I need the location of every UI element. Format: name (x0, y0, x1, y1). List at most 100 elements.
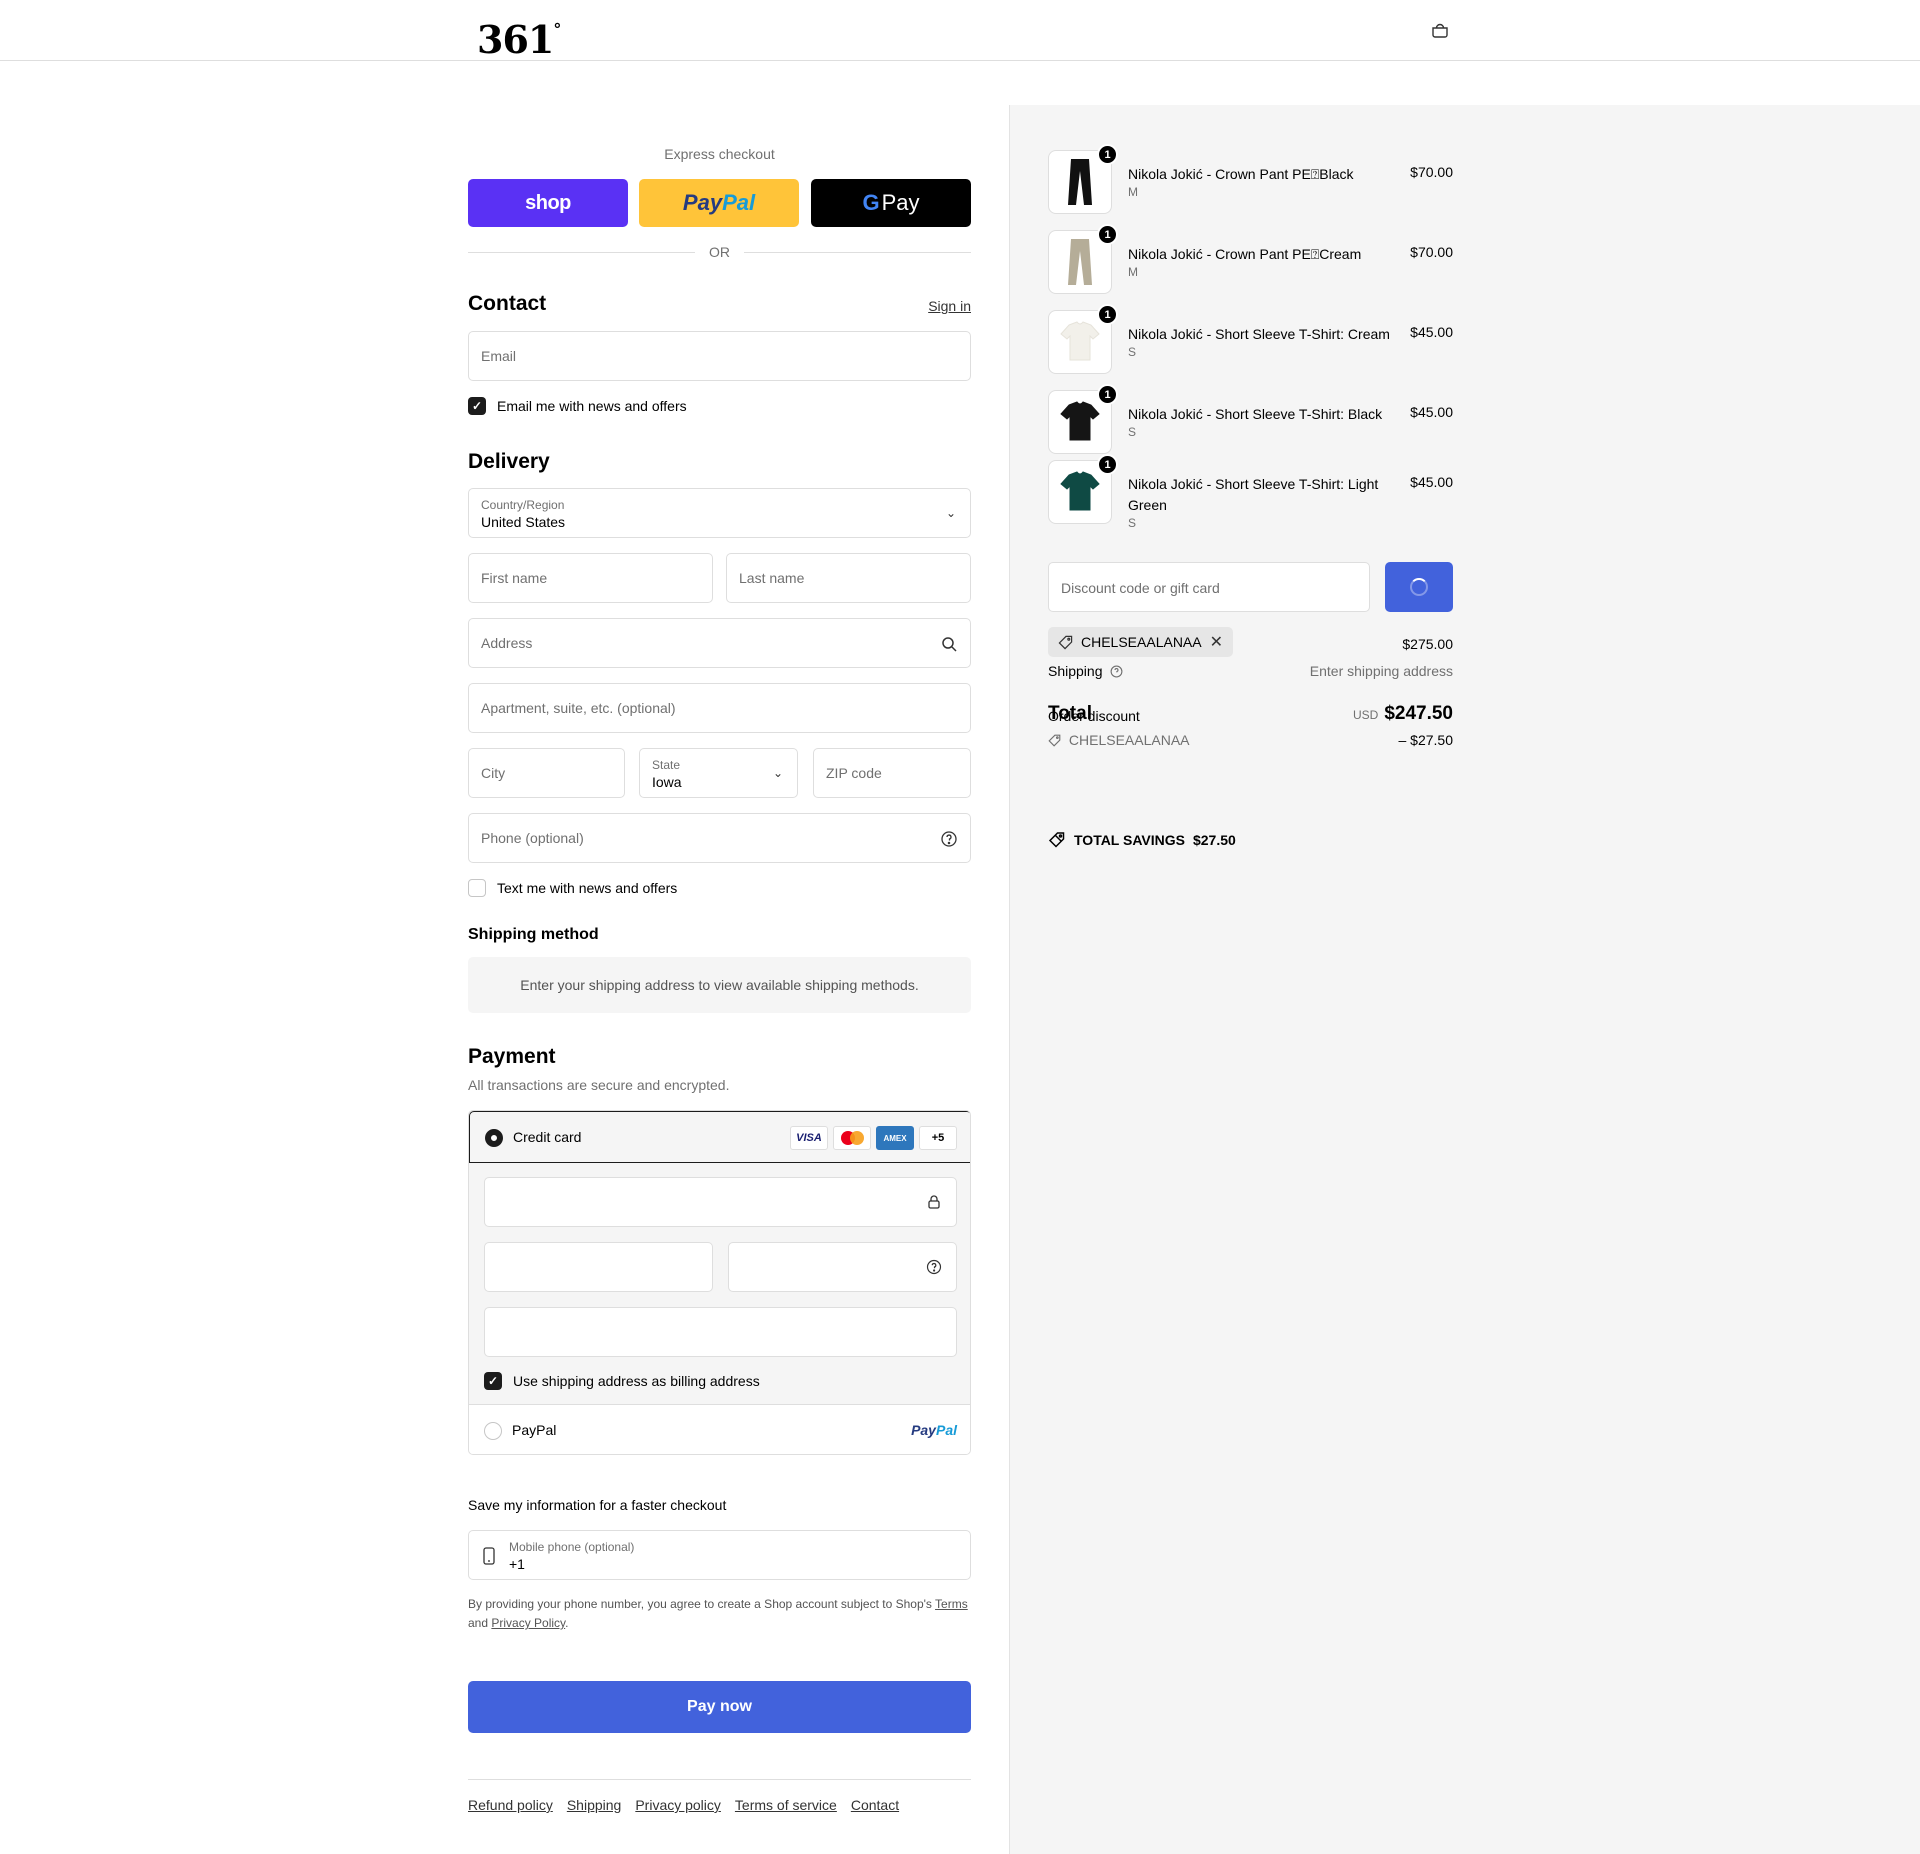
radio-unselected[interactable] (484, 1422, 502, 1440)
shop-terms-link[interactable]: Terms (935, 1597, 968, 1611)
product-variant: M (1128, 265, 1138, 279)
google-pay-label: Pay (881, 190, 920, 215)
phone-field[interactable]: Phone (optional) (468, 813, 971, 863)
product-price: $45.00 (1410, 324, 1453, 340)
checkmark-icon[interactable]: ✓ (468, 397, 486, 415)
legal-suffix: . (565, 1616, 569, 1630)
product-variant: S (1128, 516, 1137, 530)
more-cards-badge: +5 (919, 1126, 957, 1150)
order-item: 1 Nikola Jokić - Short Sleeve T-Shirt: Bl… (1048, 384, 1453, 456)
apartment-placeholder: Apartment, suite, etc. (optional) (481, 700, 676, 716)
email-field[interactable]: Email (468, 331, 971, 381)
legal-and: and (468, 1616, 489, 1630)
product-name: Nikola Jokić - Crown Pant PE⍰Black (1128, 166, 1354, 182)
loading-spinner-icon (1410, 578, 1428, 596)
first-name-placeholder: First name (481, 570, 548, 586)
credit-card-option[interactable]: Credit card VISA AMEX +5 (469, 1111, 970, 1163)
country-select[interactable]: Country/Region United States ⌄ (468, 488, 971, 538)
checkbox-box[interactable] (468, 879, 486, 897)
text-news-label: Text me with news and offers (497, 880, 678, 896)
order-item: 1 Nikola Jokić - Short Sleeve T-Shirt: Cr… (1048, 304, 1453, 376)
card-number-field[interactable] (484, 1177, 957, 1227)
state-select[interactable]: State Iowa ⌄ (639, 748, 798, 798)
product-variant: M (1128, 185, 1138, 199)
city-field[interactable]: City (468, 748, 625, 798)
product-name: Nikola Jokić - Crown Pant PE⍰Cream (1128, 246, 1362, 262)
shop-privacy-link[interactable]: Privacy Policy (491, 1616, 565, 1630)
apartment-field[interactable]: Apartment, suite, etc. (optional) (468, 683, 971, 733)
privacy-policy-link[interactable]: Privacy policy (635, 1797, 721, 1813)
amex-icon: AMEX (876, 1126, 914, 1150)
billing-address-checkbox[interactable]: ✓ Use shipping address as billing addres… (484, 1372, 760, 1390)
refund-policy-link[interactable]: Refund policy (468, 1797, 553, 1813)
quantity-badge: 1 (1097, 224, 1118, 245)
store-logo[interactable]: 361° (477, 10, 561, 60)
savings-value: $27.50 (1192, 832, 1236, 848)
paypal-logo-a: Pay (682, 190, 723, 215)
paypal-express-button[interactable]: Pay Pal (639, 179, 799, 227)
security-code-field[interactable] (728, 1242, 957, 1292)
apply-discount-button[interactable] (1385, 562, 1453, 612)
quantity-badge: 1 (1097, 304, 1118, 325)
city-placeholder: City (481, 765, 506, 781)
total-value: USD $247.50 (1353, 703, 1453, 725)
discount-code-field[interactable]: Discount code or gift card (1048, 562, 1370, 612)
mobile-phone-value: +1 (509, 1556, 525, 1572)
name-on-card-field[interactable] (484, 1307, 957, 1357)
or-label: OR (709, 244, 730, 260)
google-pay-button[interactable]: G Pay (811, 179, 971, 227)
shipping-label: Shipping (1048, 663, 1103, 679)
shipping-link[interactable]: Shipping (567, 1797, 622, 1813)
mobile-phone-field[interactable]: Mobile phone (optional) +1 (468, 1530, 971, 1580)
shop-pay-button[interactable]: shop (468, 179, 628, 227)
savings-tag-icon (1048, 832, 1065, 848)
express-checkout-title: Express checkout (664, 146, 775, 162)
email-news-checkbox[interactable]: ✓ Email me with news and offers (468, 397, 687, 415)
zip-field[interactable]: ZIP code (813, 748, 971, 798)
paypal-logo-b: Pal (722, 190, 756, 215)
payment-methods: Credit card VISA AMEX +5 ✓ Use shipping … (468, 1110, 971, 1455)
expiration-field[interactable] (484, 1242, 713, 1292)
last-name-field[interactable]: Last name (726, 553, 971, 603)
discount-row: CHELSEAALANAA – $27.50 (1048, 732, 1453, 748)
product-price: $45.00 (1410, 474, 1453, 490)
email-placeholder: Email (481, 348, 517, 364)
discount-code-label: CHELSEAALANAA (1068, 732, 1190, 748)
search-icon (942, 637, 957, 652)
help-icon[interactable] (940, 830, 958, 848)
contact-link[interactable]: Contact (851, 1797, 899, 1813)
email-news-label: Email me with news and offers (497, 398, 687, 414)
sign-in-link[interactable]: Sign in (928, 298, 971, 314)
product-name: Nikola Jokić - Short Sleeve T-Shirt: Bla… (1128, 406, 1383, 422)
radio-selected[interactable] (485, 1129, 503, 1147)
product-variant: S (1128, 425, 1137, 439)
paypal-option[interactable]: PayPal PayPal (469, 1404, 970, 1454)
product-price: $45.00 (1410, 404, 1453, 420)
product-variant: S (1128, 345, 1137, 359)
logo-degree: ° (553, 20, 561, 39)
help-icon[interactable] (926, 1259, 942, 1275)
site-header: 361° (0, 0, 1920, 61)
remove-discount-icon[interactable]: ✕ (1210, 632, 1223, 652)
discount-value: – $27.50 (1398, 732, 1454, 748)
or-divider: OR (468, 244, 971, 260)
bag-icon[interactable] (1430, 20, 1450, 40)
tag-icon (1058, 635, 1073, 649)
chevron-down-icon: ⌄ (945, 506, 956, 520)
help-icon[interactable] (1110, 665, 1123, 678)
paypal-logo-icon: PayPal (911, 1422, 957, 1438)
mobile-phone-label: Mobile phone (optional) (509, 1540, 635, 1554)
address-field[interactable]: Address (468, 618, 971, 668)
text-news-checkbox[interactable]: Text me with news and offers (468, 879, 677, 897)
currency-code: USD (1352, 708, 1379, 722)
address-placeholder: Address (481, 635, 533, 651)
save-info-title: Save my information for a faster checkou… (468, 1497, 727, 1513)
checkmark-icon[interactable]: ✓ (484, 1372, 502, 1390)
shipping-method-note: Enter your shipping address to view avai… (468, 957, 971, 1013)
shipping-value: Enter shipping address (1309, 663, 1453, 679)
pay-now-button[interactable]: Pay now (468, 1681, 971, 1733)
first-name-field[interactable]: First name (468, 553, 713, 603)
paypal-logo-b: Pal (935, 1422, 957, 1438)
shipping-row: Shipping Enter shipping address (1048, 663, 1453, 679)
terms-of-service-link[interactable]: Terms of service (735, 1797, 837, 1813)
